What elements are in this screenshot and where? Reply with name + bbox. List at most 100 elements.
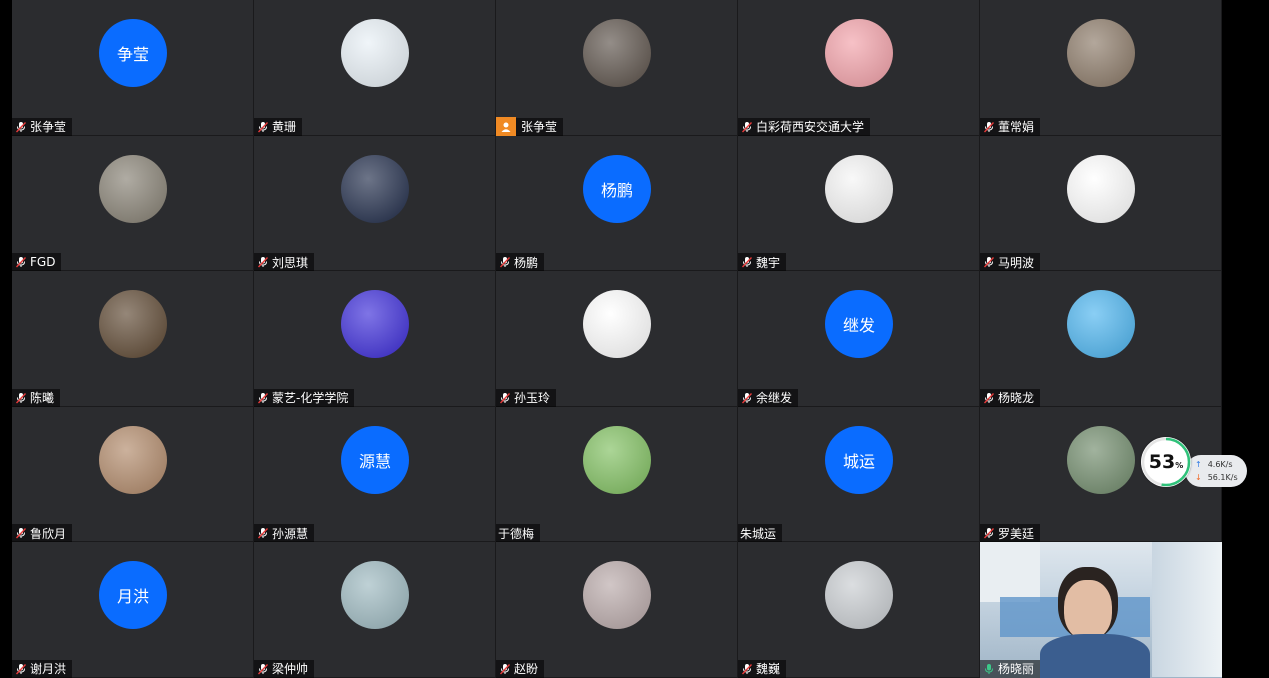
participant-tile[interactable]: 马明波: [980, 135, 1222, 272]
dog-on-swing-avatar: [583, 19, 651, 87]
name-tag: 余继发: [738, 388, 799, 407]
participant-tile[interactable]: 孙玉玲: [496, 271, 738, 407]
participant-tile[interactable]: 梁仲帅: [254, 542, 496, 678]
participant-tile[interactable]: 陈曦: [12, 271, 254, 407]
mic-muted-icon: [499, 392, 511, 404]
participant-tile[interactable]: 董常娟: [980, 0, 1222, 136]
participant-tile[interactable]: 继发余继发: [738, 271, 980, 407]
participant-name: FGD: [30, 255, 56, 270]
participant-name: 白彩荷西安交通大学: [756, 120, 865, 135]
participant-tile[interactable]: 白彩荷西安交通大学: [738, 0, 980, 136]
participant-tile[interactable]: 月洪谢月洪: [12, 542, 254, 678]
text-avatar: 继发: [825, 290, 893, 359]
participant-name: 马明波: [998, 255, 1035, 270]
text-avatar: 杨鹏: [583, 154, 651, 223]
name-tag: 张争莹: [12, 117, 73, 136]
participant-name: 张争莹: [30, 120, 67, 135]
name-tag: 孙源慧: [254, 524, 315, 543]
participant-name: 蒙艺-化学学院: [272, 391, 349, 406]
participant-tile[interactable]: 杨晓丽: [980, 542, 1222, 678]
blue-sky-lamp-avatar: [1067, 290, 1135, 359]
participant-name: 余继发: [756, 391, 793, 406]
name-tag: FGD: [12, 253, 62, 272]
webcam-video: [980, 542, 1222, 678]
participant-tile[interactable]: 鲁欣月: [12, 406, 254, 543]
network-monitor-widget[interactable]: ↑ 4.6K/s ↓ 56.1K/s 53%: [1141, 437, 1247, 489]
lake-mountain-avatar: [825, 561, 893, 630]
name-tag: 杨鹏: [496, 253, 545, 272]
upload-row: ↑ 4.6K/s: [1195, 458, 1247, 471]
participant-name: 张争莹: [521, 120, 558, 135]
upload-arrow-icon: ↑: [1195, 460, 1202, 469]
name-tag: 马明波: [980, 253, 1041, 272]
name-tag: 朱城运: [738, 524, 783, 543]
name-tag: 杨晓丽: [980, 659, 1041, 678]
participant-name: 孙玉玲: [514, 391, 551, 406]
participant-tile[interactable]: 黄珊: [254, 0, 496, 136]
mic-muted-icon: [15, 121, 27, 133]
participant-tile[interactable]: 杨晓龙: [980, 271, 1222, 407]
participant-tile[interactable]: 魏巍: [738, 542, 980, 678]
cartoon-kid-avatar: [583, 290, 651, 359]
upload-speed: 4.6K/s: [1207, 460, 1233, 469]
text-avatar: 月洪: [99, 561, 167, 630]
usage-ring: [1141, 437, 1191, 487]
mic-muted-icon: [15, 256, 27, 268]
name-tag: 刘思琪: [254, 253, 315, 272]
hermione-avatar: [99, 425, 167, 494]
mic-muted-icon: [983, 256, 995, 268]
cpu-usage-circle[interactable]: 53%: [1141, 437, 1191, 487]
blue-anime-avatar: [341, 290, 409, 359]
participant-name: 鲁欣月: [30, 526, 67, 541]
mic-muted-icon: [983, 527, 995, 539]
mic-muted-icon: [983, 121, 995, 133]
participant-tile[interactable]: 张争莹: [496, 0, 738, 136]
name-tag: 谢月洪: [12, 659, 73, 678]
mic-muted-icon: [499, 663, 511, 675]
participant-name: 魏宇: [756, 255, 781, 270]
mic-muted-icon: [499, 256, 511, 268]
cartoon-girl-avatar: [341, 19, 409, 87]
cartoon-robot-avatar: [825, 154, 893, 223]
host-user-icon: [496, 116, 516, 136]
participant-name: 董常娟: [998, 120, 1035, 135]
mic-muted-icon: [741, 392, 753, 404]
participant-name: 刘思琪: [272, 255, 309, 270]
winnie-pooh-avatar: [1067, 154, 1135, 223]
name-tag: 张争莹: [496, 116, 564, 136]
garden-path-avatar: [1067, 425, 1135, 494]
participant-name: 杨晓丽: [998, 662, 1035, 677]
name-tag: 魏巍: [738, 659, 787, 678]
name-tag: 白彩荷西安交通大学: [738, 117, 871, 136]
name-tag: 鲁欣月: [12, 524, 73, 543]
sea-sunset-avatar: [341, 561, 409, 630]
text-avatar: 城运: [825, 425, 893, 494]
participant-tile[interactable]: 赵盼: [496, 542, 738, 678]
participant-name: 罗美廷: [998, 526, 1035, 541]
name-tag: 黄珊: [254, 117, 303, 136]
network-speed-panel: ↑ 4.6K/s ↓ 56.1K/s: [1185, 455, 1247, 487]
participant-tile[interactable]: 于德梅: [496, 406, 738, 543]
text-avatar: 源慧: [341, 425, 409, 494]
participant-name: 梁仲帅: [272, 662, 309, 677]
girl-photo-avatar: [1067, 19, 1135, 87]
name-tag: 杨晓龙: [980, 388, 1041, 407]
name-tag: 于德梅: [496, 524, 541, 543]
participant-tile[interactable]: 源慧孙源慧: [254, 406, 496, 543]
participant-tile[interactable]: 争莹 张争莹: [12, 0, 254, 136]
participant-tile[interactable]: 杨鹏 杨鹏: [496, 135, 738, 272]
download-arrow-icon: ↓: [1195, 473, 1202, 482]
participant-name: 孙源慧: [272, 526, 309, 541]
participant-tile[interactable]: FGD: [12, 135, 254, 272]
name-tag: 魏宇: [738, 253, 787, 272]
participant-tile[interactable]: 蒙艺-化学学院: [254, 271, 496, 407]
download-row: ↓ 56.1K/s: [1195, 471, 1247, 484]
participant-tile[interactable]: 魏宇: [738, 135, 980, 272]
participant-grid: 争莹 张争莹 黄珊 张争莹 白彩荷西安交通大学 董常娟 FGD 刘思琪 杨鹏 杨鹏 魏宇 马明波 陈曦蒙…: [12, 0, 1222, 678]
mic-muted-icon: [741, 663, 753, 675]
participant-tile[interactable]: 城运朱城运: [738, 406, 980, 543]
participant-tile[interactable]: 刘思琪: [254, 135, 496, 272]
participant-name: 陈曦: [30, 391, 55, 406]
mic-muted-icon: [741, 121, 753, 133]
name-tag: 罗美廷: [980, 524, 1041, 543]
